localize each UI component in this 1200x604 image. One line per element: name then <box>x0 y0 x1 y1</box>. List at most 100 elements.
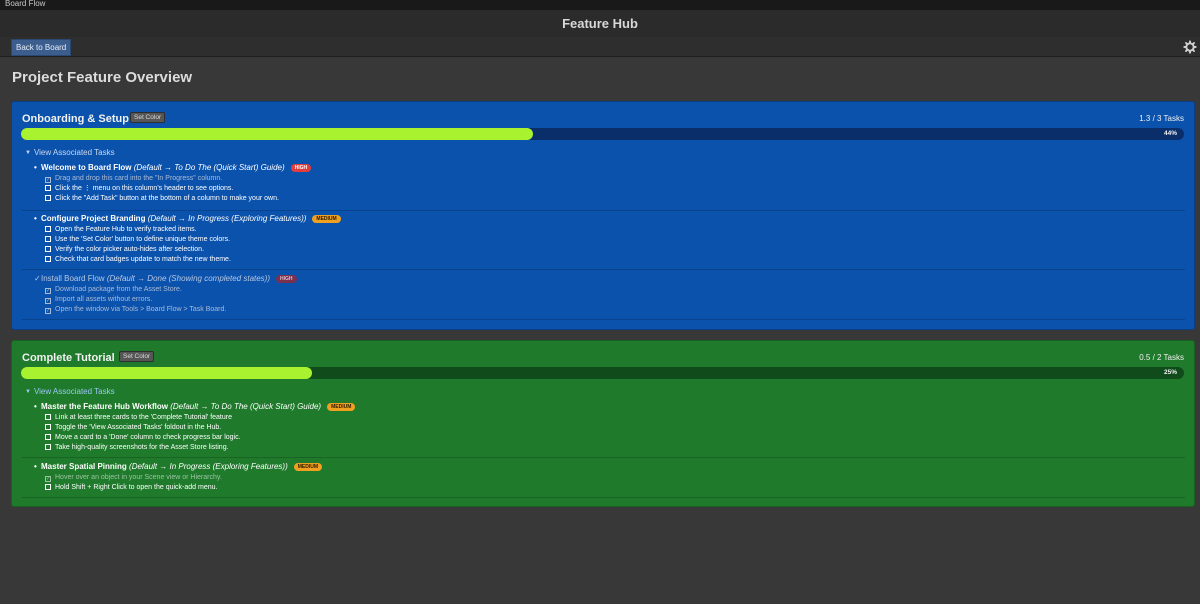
subtask-text: Toggle the 'View Associated Tasks' foldo… <box>55 424 222 431</box>
checkbox-icon <box>45 483 51 490</box>
subtask[interactable]: ✓ Open the window via Tools > Board Flow … <box>45 305 226 315</box>
task-header[interactable]: ✓Install Board Flow (Default → Done (Sho… <box>34 273 297 284</box>
feature-card: Onboarding & Setup Set Color 1.3 / 3 Tas… <box>11 101 1195 330</box>
subtask-text: Import all assets without errors. <box>55 296 153 303</box>
check-icon: ✓ <box>34 274 41 283</box>
subtask-text: Link at least three cards to the 'Comple… <box>55 414 232 421</box>
task-path: (Default → Done (Showing completed state… <box>106 274 271 283</box>
subtask-text: Move a card to a 'Done' column to check … <box>55 434 241 441</box>
subtask-text: Open the window via Tools > Board Flow >… <box>55 306 227 313</box>
task-header[interactable]: • Welcome to Board Flow (Default → To Do … <box>34 162 312 173</box>
feature-title: Complete Tutorial <box>22 352 115 364</box>
gear-icon[interactable] <box>1183 40 1197 54</box>
checkbox-icon <box>45 235 51 242</box>
hub-title: Feature Hub <box>0 10 1200 37</box>
set-color-button[interactable]: Set Color <box>119 351 155 362</box>
subtask-text: Hover over an object in your Scene view … <box>55 474 222 481</box>
subtask-text: Click the ⋮ menu on this column's header… <box>55 185 234 192</box>
progress-percent: 25% <box>1163 369 1177 376</box>
page-title: Project Feature Overview <box>12 69 193 86</box>
task-count: 1.3 / 3 Tasks <box>1139 114 1184 123</box>
checkbox-icon <box>45 413 51 420</box>
triangle-down-icon: ▼ <box>25 389 31 395</box>
subtask-text: Take high-quality screenshots for the As… <box>55 444 229 451</box>
subtask[interactable]: Verify the color picker auto-hides after… <box>45 245 204 255</box>
task-item: ✓Install Board Flow (Default → Done (Sho… <box>22 273 1185 320</box>
checkbox-icon <box>45 423 51 430</box>
task-path: (Default → In Progress (Exploring Featur… <box>147 214 307 223</box>
foldout-label: View Associated Tasks <box>33 148 115 157</box>
task-name: Welcome to Board Flow <box>41 163 132 172</box>
task-header[interactable]: • Configure Project Branding (Default → I… <box>34 213 341 224</box>
task-item: • Configure Project Branding (Default → I… <box>22 213 1185 270</box>
priority-badge: MEDIUM <box>293 463 323 471</box>
task-count: 0.5 / 2 Tasks <box>1139 353 1184 362</box>
priority-badge: MEDIUM <box>312 215 341 223</box>
progress-bar: 44% <box>21 128 1184 140</box>
task-name: Master Spatial Pinning <box>41 462 127 471</box>
feature-title: Onboarding & Setup <box>22 113 129 125</box>
view-tasks-foldout[interactable]: ▼ View Associated Tasks <box>25 147 115 159</box>
checkbox-checked-icon: ✓ <box>45 176 51 183</box>
task-header[interactable]: • Master Spatial Pinning (Default → In Pr… <box>34 461 323 472</box>
progress-fill <box>21 367 312 379</box>
priority-badge: HIGH <box>290 164 312 172</box>
checkbox-icon <box>45 255 51 262</box>
priority-badge: HIGH <box>276 275 297 283</box>
progress-percent: 44% <box>1163 130 1177 137</box>
checkbox-icon <box>45 184 51 191</box>
task-path: (Default → To Do The (Quick Start) Guide… <box>170 402 322 411</box>
checkbox-icon <box>45 245 51 252</box>
back-to-board-button[interactable]: Back to Board <box>11 39 72 56</box>
bullet-icon: • <box>34 214 37 223</box>
checkbox-checked-icon: ✓ <box>45 307 51 314</box>
set-color-button[interactable]: Set Color <box>130 112 166 123</box>
subtask[interactable]: ✓ Download package from the Asset Store. <box>45 285 182 295</box>
foldout-label: View Associated Tasks <box>33 387 115 396</box>
progress-bar: 25% <box>21 367 1184 379</box>
subtask[interactable]: Click the "Add Task" button at the botto… <box>45 194 279 204</box>
subtask-text: Use the 'Set Color' button to define uni… <box>55 236 231 243</box>
task-item: • Master Spatial Pinning (Default → In Pr… <box>22 461 1185 498</box>
checkbox-checked-icon: ✓ <box>45 475 51 482</box>
checkbox-checked-icon: ✓ <box>45 287 51 294</box>
checkbox-icon <box>45 194 51 201</box>
toolbar: Back to Board <box>0 37 1200 57</box>
subtask-text: Check that card badges update to match t… <box>55 256 231 263</box>
subtask[interactable]: Move a card to a 'Done' column to check … <box>45 433 241 443</box>
subtask[interactable]: Hold Shift + Right Click to open the qui… <box>45 483 217 493</box>
task-path: (Default → In Progress (Exploring Featur… <box>129 462 288 471</box>
checkbox-icon <box>45 433 51 440</box>
subtask[interactable]: Take high-quality screenshots for the As… <box>45 443 229 453</box>
subtask-text: Download package from the Asset Store. <box>55 286 182 293</box>
subtask-text: Verify the color picker auto-hides after… <box>55 246 205 253</box>
subtask-text: Hold Shift + Right Click to open the qui… <box>55 484 218 491</box>
task-header[interactable]: • Master the Feature Hub Workflow (Defaul… <box>34 401 356 412</box>
priority-badge: MEDIUM <box>327 403 356 411</box>
subtask[interactable]: Check that card badges update to match t… <box>45 255 231 265</box>
window-title: Board Flow <box>5 0 46 8</box>
subtask-text: Drag and drop this card into the "In Pro… <box>55 175 223 182</box>
subtask[interactable]: ✓ Import all assets without errors. <box>45 295 152 305</box>
bullet-icon: • <box>34 402 37 411</box>
subtask[interactable]: Click the ⋮ menu on this column's header… <box>45 184 233 194</box>
feature-card: Complete Tutorial Set Color 0.5 / 2 Task… <box>11 340 1195 507</box>
subtask[interactable]: Use the 'Set Color' button to define uni… <box>45 235 230 245</box>
task-item: • Welcome to Board Flow (Default → To Do … <box>22 162 1185 211</box>
bullet-icon: • <box>34 462 37 471</box>
view-tasks-foldout[interactable]: ▼ View Associated Tasks <box>25 386 115 398</box>
subtask[interactable]: Toggle the 'View Associated Tasks' foldo… <box>45 423 221 433</box>
checkbox-checked-icon: ✓ <box>45 297 51 304</box>
bullet-icon: • <box>34 163 37 172</box>
subtask[interactable]: ✓ Hover over an object in your Scene view… <box>45 473 222 483</box>
task-name: Configure Project Branding <box>41 214 146 223</box>
task-item: • Master the Feature Hub Workflow (Defaul… <box>22 401 1185 458</box>
subtask[interactable]: ✓ Drag and drop this card into the "In Pr… <box>45 174 222 184</box>
progress-fill <box>21 128 533 140</box>
subtask[interactable]: Open the Feature Hub to verify tracked i… <box>45 225 197 235</box>
checkbox-icon <box>45 225 51 232</box>
task-name: Install Board Flow <box>41 274 105 283</box>
subtask-text: Open the Feature Hub to verify tracked i… <box>55 226 197 233</box>
task-name: Master the Feature Hub Workflow <box>41 402 168 411</box>
subtask[interactable]: Link at least three cards to the 'Comple… <box>45 413 232 423</box>
